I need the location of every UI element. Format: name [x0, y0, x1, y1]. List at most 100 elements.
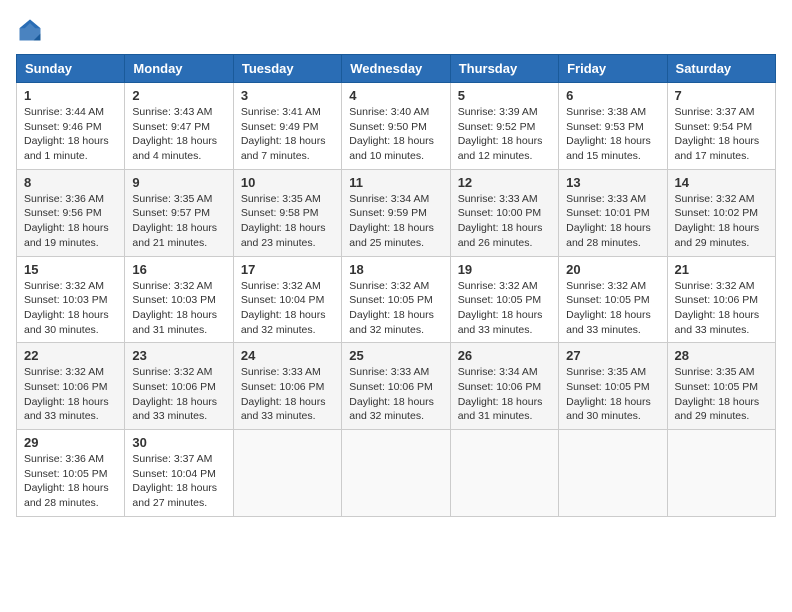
- day-number: 9: [132, 175, 225, 190]
- day-number: 18: [349, 262, 442, 277]
- weekday-header-tuesday: Tuesday: [233, 55, 341, 83]
- calendar-cell: [342, 430, 450, 517]
- day-detail: Sunrise: 3:35 AMSunset: 9:57 PMDaylight:…: [132, 192, 225, 251]
- calendar-cell: 29Sunrise: 3:36 AMSunset: 10:05 PMDaylig…: [17, 430, 125, 517]
- day-number: 7: [675, 88, 768, 103]
- calendar-cell: 24Sunrise: 3:33 AMSunset: 10:06 PMDaylig…: [233, 343, 341, 430]
- day-number: 22: [24, 348, 117, 363]
- logo: [16, 16, 44, 44]
- weekday-header-sunday: Sunday: [17, 55, 125, 83]
- calendar-table: SundayMondayTuesdayWednesdayThursdayFrid…: [16, 54, 776, 517]
- weekday-header-monday: Monday: [125, 55, 233, 83]
- calendar-cell: 27 Sunrise: 3:35 AMSunset: 10:05 PMDaylig…: [559, 343, 667, 430]
- calendar-cell: 21 Sunrise: 3:32 AMSunset: 10:06 PMDaylig…: [667, 256, 775, 343]
- day-detail: Sunrise: 3:32 AMSunset: 10:05 PMDaylight…: [458, 279, 551, 338]
- calendar-cell: 7 Sunrise: 3:37 AMSunset: 9:54 PMDaylight…: [667, 83, 775, 170]
- day-number: 28: [675, 348, 768, 363]
- calendar-cell: 6 Sunrise: 3:38 AMSunset: 9:53 PMDaylight…: [559, 83, 667, 170]
- calendar-cell: 2 Sunrise: 3:43 AMSunset: 9:47 PMDaylight…: [125, 83, 233, 170]
- calendar-cell: [667, 430, 775, 517]
- calendar-cell: [559, 430, 667, 517]
- calendar-cell: 13 Sunrise: 3:33 AMSunset: 10:01 PMDaylig…: [559, 169, 667, 256]
- day-number: 20: [566, 262, 659, 277]
- calendar-cell: [450, 430, 558, 517]
- calendar-cell: 9 Sunrise: 3:35 AMSunset: 9:57 PMDaylight…: [125, 169, 233, 256]
- day-detail: Sunrise: 3:35 AMSunset: 10:05 PMDaylight…: [675, 365, 768, 424]
- day-detail: Sunrise: 3:35 AMSunset: 10:05 PMDaylight…: [566, 365, 659, 424]
- day-number: 1: [24, 88, 117, 103]
- weekday-header-wednesday: Wednesday: [342, 55, 450, 83]
- calendar-cell: 14 Sunrise: 3:32 AMSunset: 10:02 PMDaylig…: [667, 169, 775, 256]
- calendar-cell: 20Sunrise: 3:32 AMSunset: 10:05 PMDaylig…: [559, 256, 667, 343]
- calendar-cell: 26 Sunrise: 3:34 AMSunset: 10:06 PMDaylig…: [450, 343, 558, 430]
- day-detail: Sunrise: 3:32 AMSunset: 10:03 PMDaylight…: [132, 279, 225, 338]
- day-detail: Sunrise: 3:34 AMSunset: 10:06 PMDaylight…: [458, 365, 551, 424]
- day-number: 11: [349, 175, 442, 190]
- calendar-week-row: 1 Sunrise: 3:44 AMSunset: 9:46 PMDaylight…: [17, 83, 776, 170]
- day-detail: Sunrise: 3:44 AMSunset: 9:46 PMDaylight:…: [24, 105, 117, 164]
- day-number: 29: [24, 435, 117, 450]
- day-detail: Sunrise: 3:33 AMSunset: 10:06 PMDaylight…: [349, 365, 442, 424]
- day-number: 25: [349, 348, 442, 363]
- day-number: 13: [566, 175, 659, 190]
- calendar-cell: [233, 430, 341, 517]
- calendar-cell: 28 Sunrise: 3:35 AMSunset: 10:05 PMDaylig…: [667, 343, 775, 430]
- calendar-cell: 17 Sunrise: 3:32 AMSunset: 10:04 PMDaylig…: [233, 256, 341, 343]
- day-number: 16: [132, 262, 225, 277]
- calendar-cell: 5Sunrise: 3:39 AMSunset: 9:52 PMDaylight…: [450, 83, 558, 170]
- day-detail: Sunrise: 3:33 AMSunset: 10:01 PMDaylight…: [566, 192, 659, 251]
- weekday-header-thursday: Thursday: [450, 55, 558, 83]
- calendar-cell: 30Sunrise: 3:37 AMSunset: 10:04 PMDaylig…: [125, 430, 233, 517]
- calendar-cell: 16 Sunrise: 3:32 AMSunset: 10:03 PMDaylig…: [125, 256, 233, 343]
- calendar-week-row: 29Sunrise: 3:36 AMSunset: 10:05 PMDaylig…: [17, 430, 776, 517]
- day-number: 27: [566, 348, 659, 363]
- calendar-cell: 18 Sunrise: 3:32 AMSunset: 10:05 PMDaylig…: [342, 256, 450, 343]
- weekday-header-friday: Friday: [559, 55, 667, 83]
- day-detail: Sunrise: 3:43 AMSunset: 9:47 PMDaylight:…: [132, 105, 225, 164]
- day-number: 24: [241, 348, 334, 363]
- day-detail: Sunrise: 3:32 AMSunset: 10:02 PMDaylight…: [675, 192, 768, 251]
- day-number: 2: [132, 88, 225, 103]
- day-detail: Sunrise: 3:32 AMSunset: 10:05 PMDaylight…: [349, 279, 442, 338]
- day-detail: Sunrise: 3:32 AMSunset: 10:04 PMDaylight…: [241, 279, 334, 338]
- day-detail: Sunrise: 3:37 AMSunset: 9:54 PMDaylight:…: [675, 105, 768, 164]
- day-detail: Sunrise: 3:39 AMSunset: 9:52 PMDaylight:…: [458, 105, 551, 164]
- calendar-week-row: 15 Sunrise: 3:32 AMSunset: 10:03 PMDaylig…: [17, 256, 776, 343]
- day-number: 19: [458, 262, 551, 277]
- calendar-cell: 23Sunrise: 3:32 AMSunset: 10:06 PMDaylig…: [125, 343, 233, 430]
- day-detail: Sunrise: 3:35 AMSunset: 9:58 PMDaylight:…: [241, 192, 334, 251]
- day-number: 30: [132, 435, 225, 450]
- day-number: 21: [675, 262, 768, 277]
- day-number: 6: [566, 88, 659, 103]
- day-detail: Sunrise: 3:34 AMSunset: 9:59 PMDaylight:…: [349, 192, 442, 251]
- calendar-cell: 15 Sunrise: 3:32 AMSunset: 10:03 PMDaylig…: [17, 256, 125, 343]
- calendar-cell: 22 Sunrise: 3:32 AMSunset: 10:06 PMDaylig…: [17, 343, 125, 430]
- day-number: 8: [24, 175, 117, 190]
- day-number: 14: [675, 175, 768, 190]
- calendar-cell: 12Sunrise: 3:33 AMSunset: 10:00 PMDaylig…: [450, 169, 558, 256]
- calendar-cell: 1 Sunrise: 3:44 AMSunset: 9:46 PMDaylight…: [17, 83, 125, 170]
- day-number: 17: [241, 262, 334, 277]
- logo-icon: [16, 16, 44, 44]
- day-number: 4: [349, 88, 442, 103]
- day-detail: Sunrise: 3:36 AMSunset: 9:56 PMDaylight:…: [24, 192, 117, 251]
- calendar-cell: 25 Sunrise: 3:33 AMSunset: 10:06 PMDaylig…: [342, 343, 450, 430]
- header: [16, 16, 776, 44]
- day-detail: Sunrise: 3:32 AMSunset: 10:06 PMDaylight…: [132, 365, 225, 424]
- calendar-cell: 10Sunrise: 3:35 AMSunset: 9:58 PMDayligh…: [233, 169, 341, 256]
- day-detail: Sunrise: 3:38 AMSunset: 9:53 PMDaylight:…: [566, 105, 659, 164]
- weekday-header-saturday: Saturday: [667, 55, 775, 83]
- weekday-header-row: SundayMondayTuesdayWednesdayThursdayFrid…: [17, 55, 776, 83]
- day-number: 26: [458, 348, 551, 363]
- calendar-cell: 19 Sunrise: 3:32 AMSunset: 10:05 PMDaylig…: [450, 256, 558, 343]
- calendar-week-row: 8 Sunrise: 3:36 AMSunset: 9:56 PMDaylight…: [17, 169, 776, 256]
- calendar-week-row: 22 Sunrise: 3:32 AMSunset: 10:06 PMDaylig…: [17, 343, 776, 430]
- day-number: 15: [24, 262, 117, 277]
- calendar-cell: 11 Sunrise: 3:34 AMSunset: 9:59 PMDayligh…: [342, 169, 450, 256]
- calendar-cell: 4 Sunrise: 3:40 AMSunset: 9:50 PMDaylight…: [342, 83, 450, 170]
- day-detail: Sunrise: 3:32 AMSunset: 10:06 PMDaylight…: [675, 279, 768, 338]
- day-detail: Sunrise: 3:32 AMSunset: 10:06 PMDaylight…: [24, 365, 117, 424]
- day-detail: Sunrise: 3:40 AMSunset: 9:50 PMDaylight:…: [349, 105, 442, 164]
- day-detail: Sunrise: 3:32 AMSunset: 10:03 PMDaylight…: [24, 279, 117, 338]
- day-detail: Sunrise: 3:41 AMSunset: 9:49 PMDaylight:…: [241, 105, 334, 164]
